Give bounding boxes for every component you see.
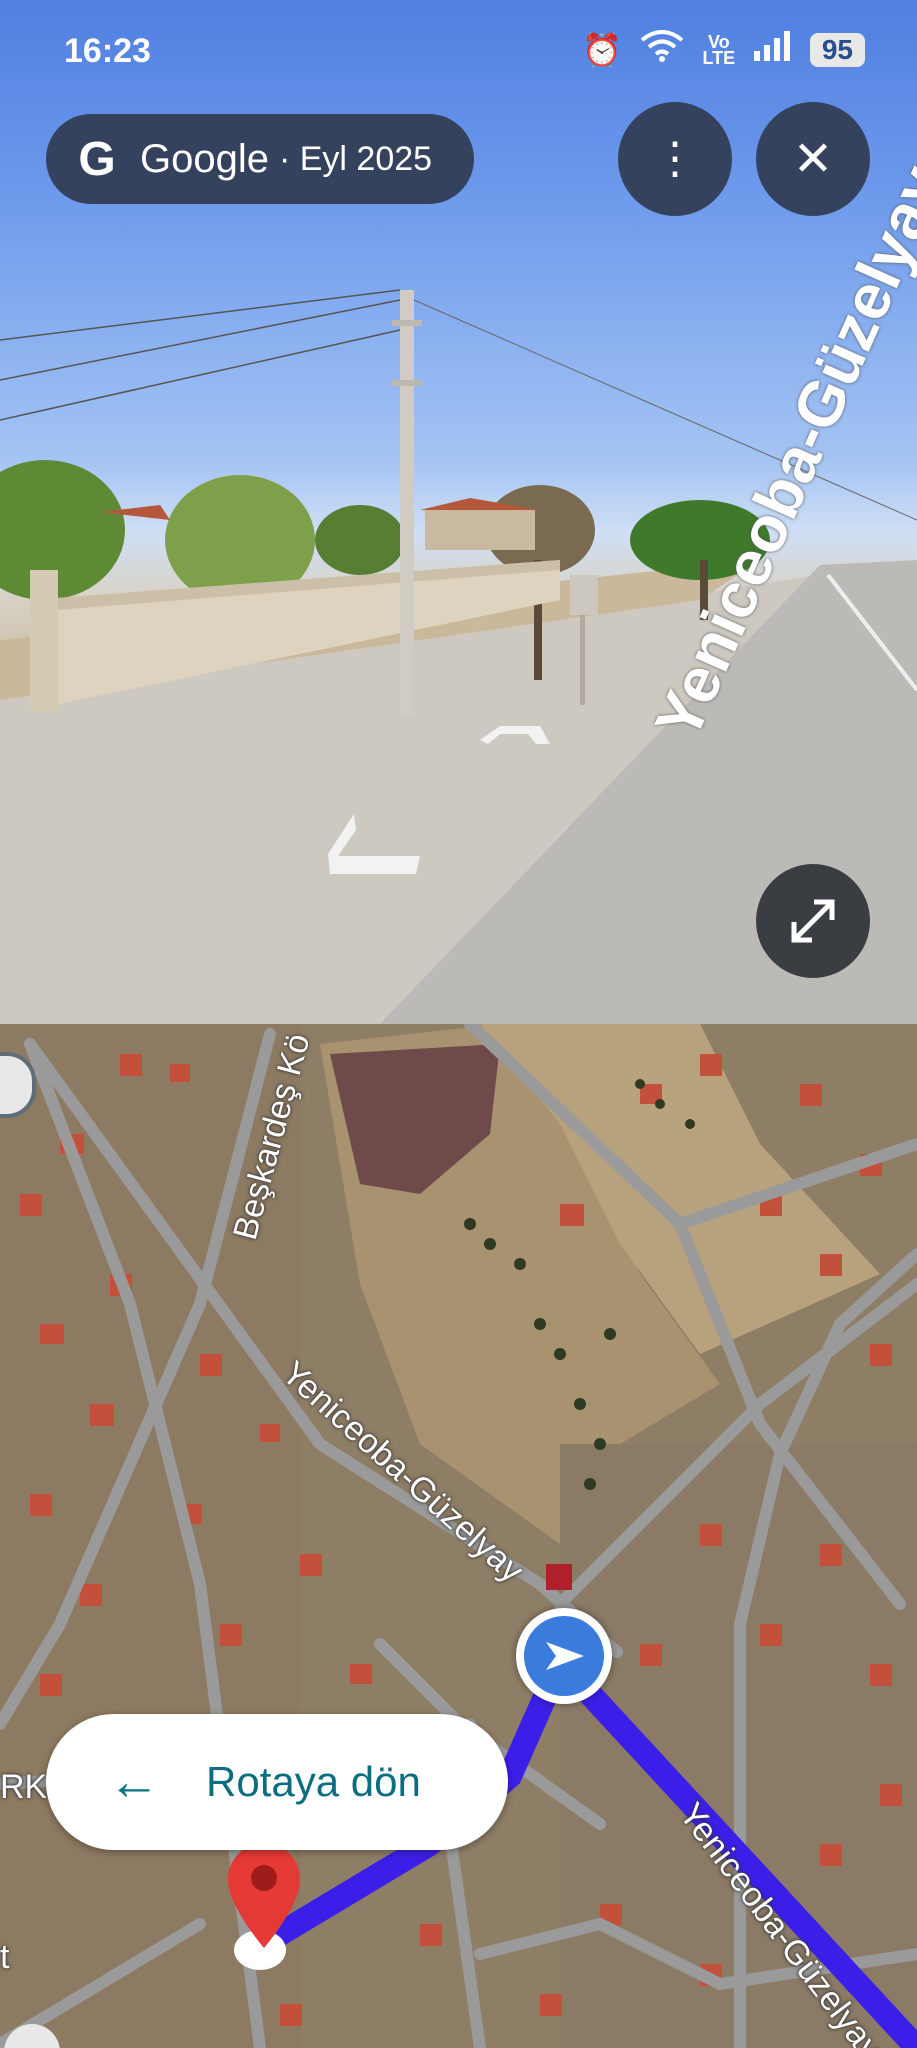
status-bar: 16:23 ⏰ Vo LTE 95 <box>0 0 917 100</box>
signal-icon <box>753 31 792 69</box>
close-icon: ✕ <box>792 133 834 186</box>
expand-icon <box>791 899 835 943</box>
battery-indicator: 95 <box>809 33 865 67</box>
map-edge-label-t: t <box>0 1938 10 1976</box>
satellite-map[interactable]: Beşkardeş Kö Yeniceoba-Güzelyay Yeniceob… <box>0 1024 917 2048</box>
attribution-brand: Google <box>140 136 269 181</box>
more-vert-icon: ⋮ <box>653 134 697 183</box>
attribution-date: · Eyl 2025 <box>278 139 433 178</box>
imagery-attribution[interactable]: G Google · Eyl 2025 <box>46 114 474 204</box>
street-view-panorama[interactable]: Yeniceoba-Güzelyay 16:23 ⏰ Vo LTE 95 G G… <box>0 0 917 1024</box>
close-button[interactable]: ✕ <box>756 102 870 216</box>
google-g-icon: G <box>78 132 116 186</box>
expand-button[interactable] <box>756 864 870 978</box>
return-to-route-label: Rotaya dön <box>206 1758 421 1805</box>
nav-arrow-forward[interactable] <box>480 722 550 758</box>
direction-arrow-icon <box>546 1642 584 1670</box>
status-time: 16:23 <box>64 32 151 70</box>
arrow-back-icon: ← <box>108 1753 160 1811</box>
map-edge-label-rk: RK <box>0 1768 48 1806</box>
current-position-marker <box>516 1608 612 1704</box>
nav-arrow-back[interactable] <box>320 808 424 876</box>
alarm-icon: ⏰ <box>582 32 622 68</box>
location-pin-icon <box>228 1844 300 1970</box>
more-options-button[interactable]: ⋮ <box>618 102 732 216</box>
volte-icon: Vo LTE <box>702 32 736 68</box>
status-icons: ⏰ Vo LTE 95 <box>582 30 865 70</box>
return-to-route-button[interactable]: ← Rotaya dön <box>46 1714 508 1850</box>
destination-pin[interactable] <box>226 1840 302 1970</box>
wifi-icon <box>640 30 684 70</box>
